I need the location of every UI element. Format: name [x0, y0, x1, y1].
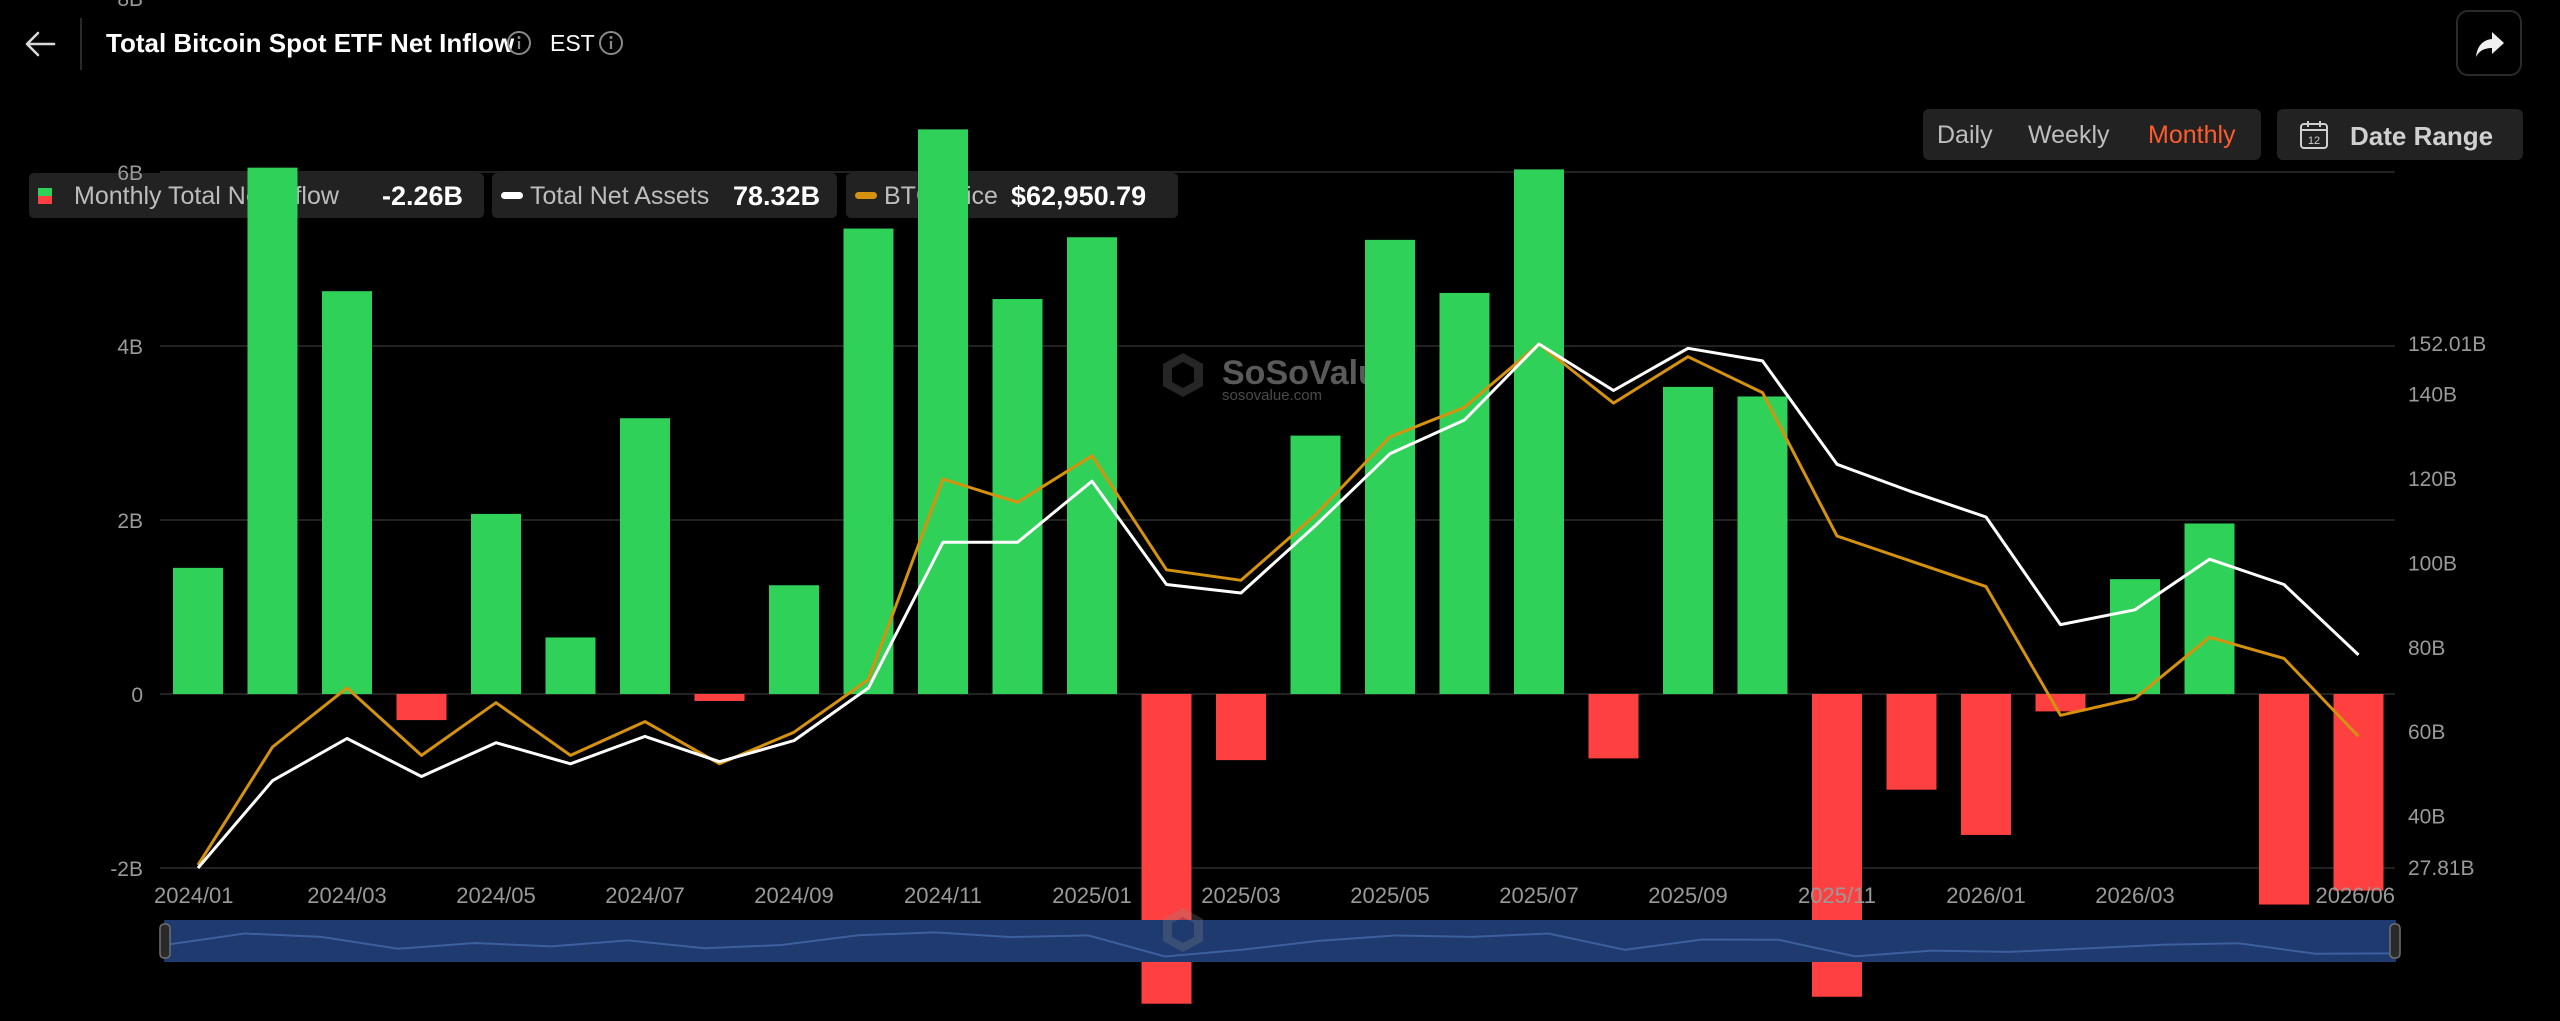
x-tick-label: 2026/01 [1946, 883, 2026, 908]
y-right-max-label: 152.01B [2408, 333, 2486, 356]
inflow-bar [247, 167, 298, 694]
range-navigator[interactable] [159, 908, 2401, 962]
inflow-bar [322, 291, 372, 694]
watermark-site: sosovalue.com [1222, 387, 1322, 404]
inflow-bar [1216, 694, 1266, 761]
x-tick-label: 2025/03 [1201, 883, 1281, 908]
inflow-bar [1439, 292, 1490, 694]
x-tick-label: 2025/05 [1350, 883, 1430, 908]
navigator-handle-right[interactable] [2389, 923, 2401, 959]
inflow-bar [173, 567, 223, 694]
series-lines [196, 342, 2360, 869]
navigator-band [164, 920, 2396, 962]
inflow-bar [471, 513, 521, 694]
inflow-bar [1961, 694, 2011, 835]
inflow-bar [843, 228, 894, 695]
inflow-bar [396, 694, 447, 721]
inflow-bar [1737, 396, 1788, 694]
y-right-tick-label: 60B [2408, 721, 2445, 744]
net-assets-line [196, 342, 2360, 869]
x-tick-label: 2025/07 [1499, 883, 1579, 908]
x-tick-label: 2024/09 [754, 883, 834, 908]
y-right-tick-label: 120B [2408, 468, 2457, 491]
chart-grid [160, 171, 2395, 869]
x-tick-label: 2024/07 [605, 883, 685, 908]
y-right-tick-label: 100B [2408, 552, 2457, 575]
inflow-bar [1588, 694, 1639, 759]
inflow-bars [173, 129, 2384, 1004]
inflow-chart: SoSoValue sosovalue.com -4B-2B02B4B6B8B4… [110, 0, 2486, 1004]
inflow-bar [1886, 694, 1937, 790]
y-right-tick-label: 140B [2408, 384, 2457, 407]
y-right-min-label: 27.81B [2408, 857, 2475, 880]
y-left-tick-label: 2B [117, 510, 143, 533]
inflow-bar [545, 637, 596, 694]
y-left-tick-label: 6B [117, 162, 143, 185]
inflow-bar [2333, 694, 2384, 891]
y-left-tick-label: 8B [117, 0, 143, 11]
inflow-bar [694, 694, 745, 701]
y-right-tick-label: 80B [2408, 637, 2445, 660]
x-tick-label: 2026/03 [2095, 883, 2175, 908]
chart-watermark: SoSoValue sosovalue.com [1163, 353, 1398, 404]
inflow-bar [2184, 523, 2235, 694]
navigator-handle-left[interactable] [159, 923, 171, 959]
inflow-bar [2035, 694, 2086, 712]
inflow-bar [1290, 435, 1341, 694]
inflow-bar [1514, 169, 1564, 694]
inflow-bar [620, 418, 670, 694]
y-left-tick-label: 4B [117, 336, 143, 359]
inflow-bar [1663, 386, 1713, 694]
x-tick-label: 2024/05 [456, 883, 536, 908]
x-tick-label: 2024/03 [307, 883, 387, 908]
y-left-tick-label: 0 [131, 684, 143, 707]
x-tick-label: 2024/11 [904, 883, 982, 908]
x-tick-label: 2025/11 [1798, 883, 1876, 908]
x-tick-label: 2025/01 [1052, 883, 1132, 908]
inflow-bar [769, 585, 819, 694]
inflow-bar [918, 129, 968, 694]
btc-price-line [196, 342, 2360, 866]
inflow-bar [2259, 694, 2309, 905]
y-left-tick-label: -2B [110, 858, 143, 881]
x-tick-label: 2025/09 [1648, 883, 1728, 908]
y-right-tick-label: 40B [2408, 806, 2445, 829]
x-tick-label: 2026/06 [2315, 883, 2395, 908]
x-tick-label: 2024/01 [154, 883, 234, 908]
inflow-bar [1365, 239, 1415, 695]
